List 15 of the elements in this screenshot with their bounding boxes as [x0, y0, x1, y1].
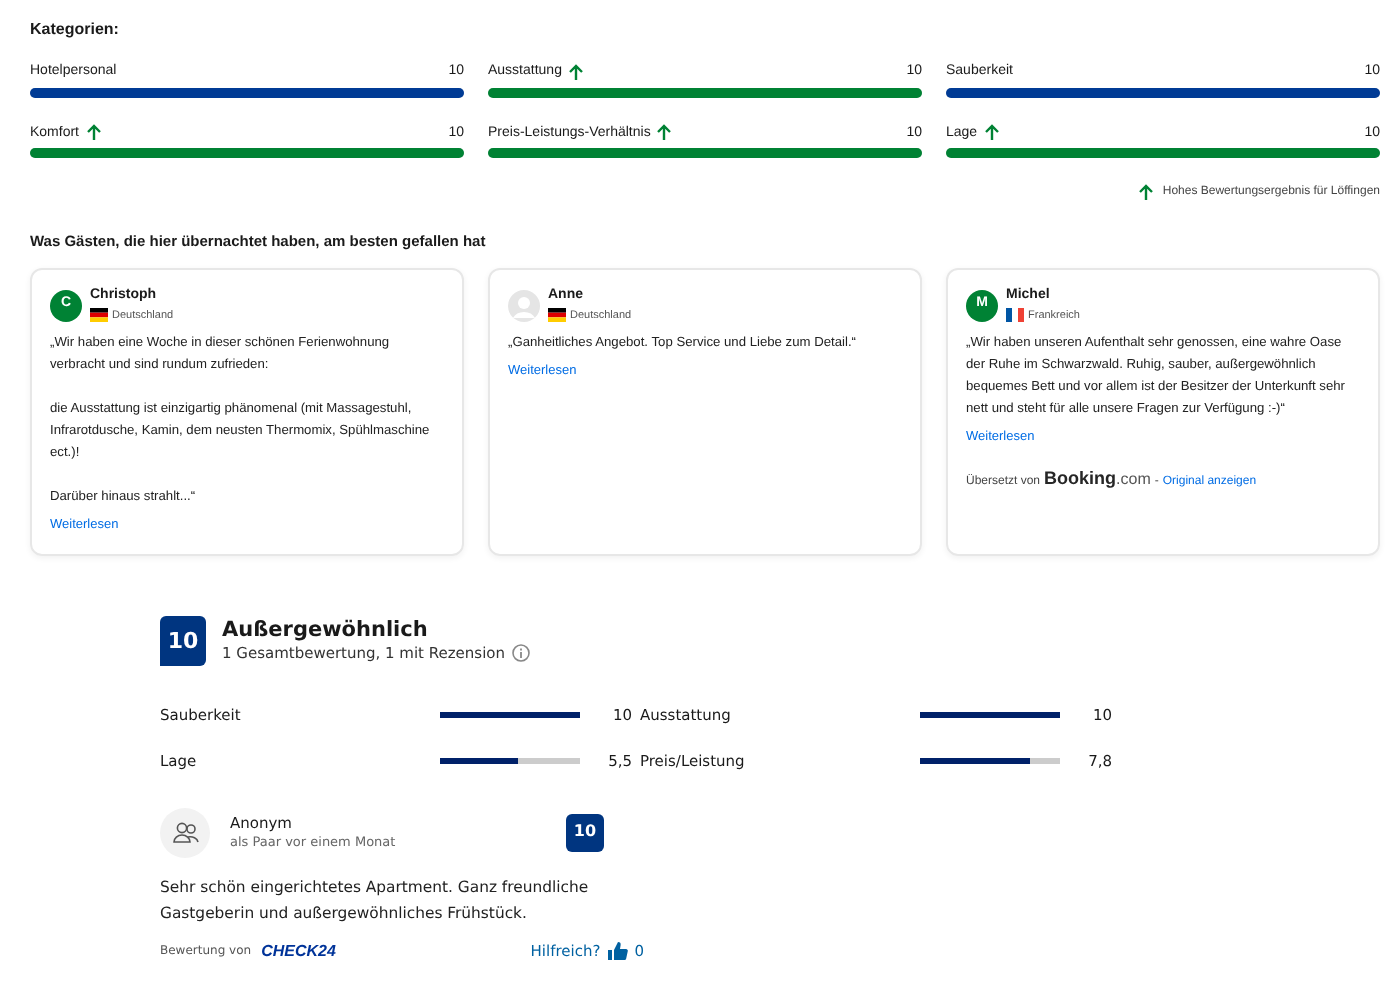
people-icon — [171, 820, 199, 845]
info-icon — [511, 644, 530, 663]
up-arrow-icon — [656, 124, 673, 143]
thumbs-up-icon — [606, 940, 629, 963]
score-badge: 10 — [566, 813, 604, 852]
booking-logo: Booking.com — [1044, 465, 1151, 492]
check24-logo: CHECK24 — [261, 939, 336, 964]
rating-title: Außergewöhnlich — [222, 618, 430, 643]
section-heading: Kategorien: — [30, 18, 121, 42]
up-arrow-icon — [1138, 184, 1155, 202]
up-arrow-icon — [567, 63, 584, 82]
score-badge: 10 — [160, 616, 206, 667]
up-arrow-icon — [983, 124, 1000, 143]
up-arrow-icon — [85, 124, 102, 143]
avatar-placeholder-icon — [508, 289, 540, 322]
